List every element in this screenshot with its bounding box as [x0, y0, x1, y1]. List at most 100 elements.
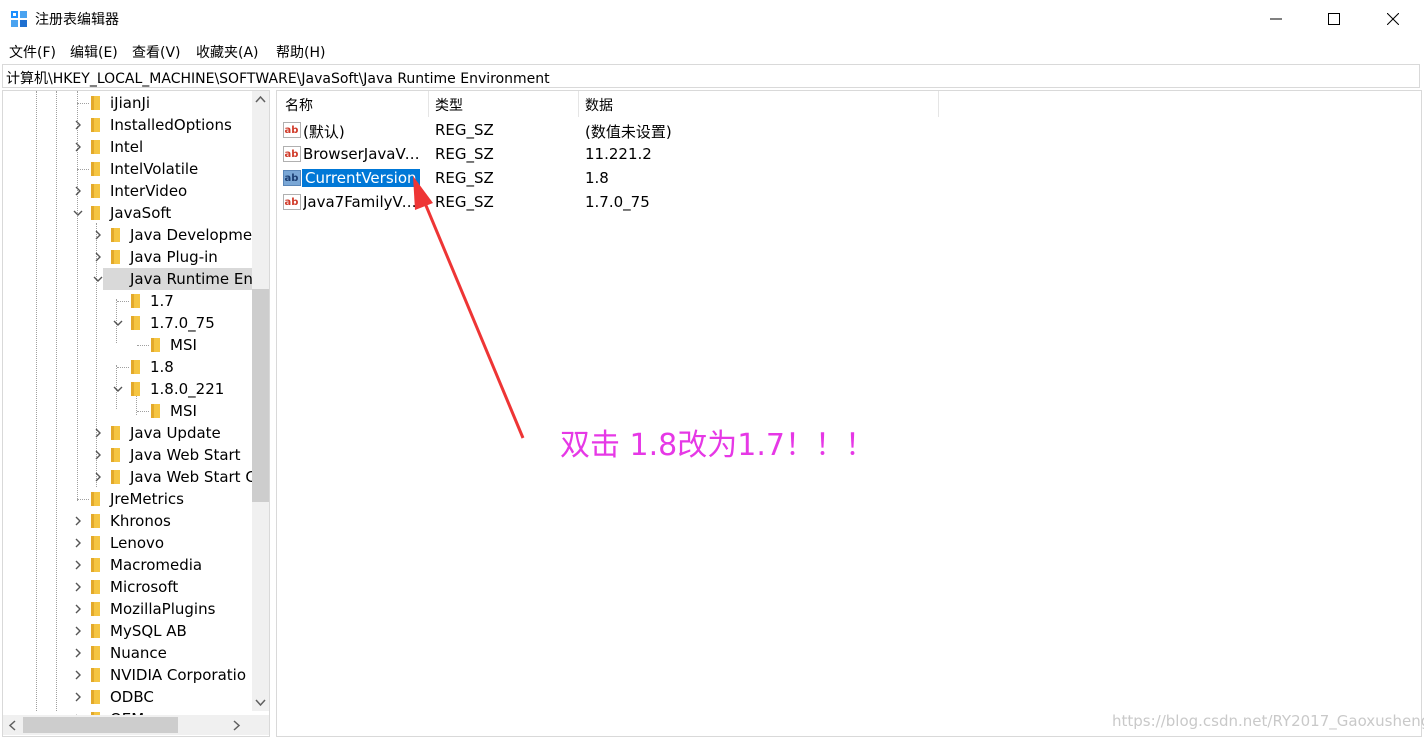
regedit-app-icon: [11, 11, 27, 27]
tree-item[interactable]: ODBC: [103, 686, 252, 708]
tree-guide-line: [117, 301, 129, 302]
tree-item[interactable]: Khronos: [103, 510, 252, 532]
tree-item[interactable]: Macromedia: [103, 554, 252, 576]
tree-item[interactable]: 1.7.0_75: [143, 312, 252, 334]
maximize-button[interactable]: [1305, 0, 1363, 38]
tree-item-label: Java Developme: [130, 226, 253, 244]
chevron-down-icon[interactable]: [72, 207, 84, 219]
value-row[interactable]: ab BrowserJavaVe... REG_SZ 11.221.2: [277, 142, 1177, 166]
tree-item[interactable]: Nuance: [103, 642, 252, 664]
tree-item-label: 1.7: [150, 292, 174, 310]
tree-guide-line: [117, 367, 129, 368]
scroll-right-icon[interactable]: [233, 720, 241, 731]
tree-item[interactable]: NVIDIA Corporatio: [103, 664, 252, 686]
tree-item-label: iJianJi: [110, 94, 151, 112]
value-type: REG_SZ: [435, 169, 494, 187]
chevron-right-icon[interactable]: [72, 185, 84, 197]
tree-item-label: MSI: [170, 336, 197, 354]
value-type: REG_SZ: [435, 145, 494, 163]
menu-favorites[interactable]: 收藏夹(A): [196, 42, 259, 62]
tree-item[interactable]: Intel: [103, 136, 252, 158]
tree-item-label: ODBC: [110, 688, 154, 706]
chevron-down-icon[interactable]: [112, 383, 124, 395]
menu-bar: 文件(F) 编辑(E) 查看(V) 收藏夹(A) 帮助(H): [0, 40, 1424, 62]
chevron-right-icon[interactable]: [72, 603, 84, 615]
menu-file[interactable]: 文件(F): [9, 42, 56, 62]
chevron-right-icon[interactable]: [72, 119, 84, 131]
chevron-right-icon[interactable]: [72, 537, 84, 549]
tree-item[interactable]: Microsoft: [103, 576, 252, 598]
folder-icon: [91, 96, 100, 110]
scroll-left-icon[interactable]: [8, 720, 16, 731]
value-row-selected[interactable]: ab CurrentVersion REG_SZ 1.8: [277, 166, 1177, 190]
key-tree-pane: iJianJi InstalledOptions Intel IntelVolatil…: [2, 90, 270, 737]
chevron-down-icon[interactable]: [112, 317, 124, 329]
chevron-right-icon[interactable]: [92, 427, 104, 439]
value-data: 1.7.0_75: [585, 193, 650, 211]
window-title: 注册表编辑器: [35, 12, 119, 28]
tree-item[interactable]: MSI: [163, 334, 252, 356]
column-divider[interactable]: [578, 91, 579, 117]
tree-vertical-scrollbar[interactable]: [252, 91, 269, 711]
column-divider[interactable]: [428, 91, 429, 117]
address-bar[interactable]: 计算机\HKEY_LOCAL_MACHINE\SOFTWARE\JavaSoft…: [2, 64, 1420, 88]
menu-help[interactable]: 帮助(H): [276, 42, 325, 62]
svg-text:ab: ab: [285, 197, 299, 208]
chevron-right-icon[interactable]: [72, 625, 84, 637]
close-button[interactable]: [1364, 0, 1422, 38]
tree-item[interactable]: IntelVolatile: [103, 158, 252, 180]
column-header-name[interactable]: 名称: [285, 95, 313, 115]
folder-icon: [91, 492, 100, 506]
tree-item[interactable]: 1.8.0_221: [143, 378, 252, 400]
tree-item[interactable]: Java Developme: [123, 224, 252, 246]
value-row[interactable]: ab Java7FamilyVer... REG_SZ 1.7.0_75: [277, 190, 1177, 214]
tree-item-label: Khronos: [110, 512, 171, 530]
tree-item[interactable]: Java Plug-in: [123, 246, 252, 268]
tree-item[interactable]: InterVideo: [103, 180, 252, 202]
value-row[interactable]: ab (默认) REG_SZ (数值未设置): [277, 118, 1177, 142]
chevron-right-icon[interactable]: [92, 471, 104, 483]
tree-item-label: Java Update: [130, 424, 221, 442]
folder-icon: [91, 514, 100, 528]
tree-item[interactable]: 1.8: [143, 356, 252, 378]
chevron-right-icon[interactable]: [72, 669, 84, 681]
tree-item[interactable]: Java Web Start C: [123, 466, 256, 488]
chevron-right-icon[interactable]: [72, 581, 84, 593]
chevron-right-icon[interactable]: [72, 559, 84, 571]
column-divider[interactable]: [938, 91, 939, 117]
tree-item[interactable]: Lenovo: [103, 532, 252, 554]
tree-horizontal-scrollbar[interactable]: [3, 715, 252, 735]
scroll-down-icon[interactable]: [255, 699, 266, 707]
chevron-right-icon[interactable]: [92, 251, 104, 263]
tree-item[interactable]: MySQL AB: [103, 620, 252, 642]
tree-item[interactable]: MozillaPlugins: [103, 598, 252, 620]
menu-edit[interactable]: 编辑(E): [70, 42, 118, 62]
menu-view[interactable]: 查看(V): [132, 42, 181, 62]
tree-item[interactable]: InstalledOptions: [103, 114, 252, 136]
chevron-right-icon[interactable]: [72, 141, 84, 153]
scroll-up-icon[interactable]: [255, 95, 266, 103]
tree-item[interactable]: 1.7: [143, 290, 252, 312]
chevron-right-icon[interactable]: [92, 449, 104, 461]
tree-item[interactable]: JavaSoft: [103, 202, 252, 224]
folder-icon: [151, 404, 160, 418]
chevron-right-icon[interactable]: [72, 515, 84, 527]
folder-icon: [131, 294, 140, 308]
value-data: 11.221.2: [585, 145, 652, 163]
chevron-right-icon[interactable]: [72, 691, 84, 703]
tree-item-selected[interactable]: Java Runtime Env: [103, 268, 262, 290]
tree-hscroll-thumb[interactable]: [23, 717, 178, 733]
minimize-button[interactable]: [1247, 0, 1305, 38]
tree-item[interactable]: Java Update: [123, 422, 252, 444]
column-header-type[interactable]: 类型: [435, 95, 463, 115]
tree-item[interactable]: MSI: [163, 400, 252, 422]
folder-icon: [111, 426, 120, 440]
column-header-data[interactable]: 数据: [585, 95, 613, 115]
folder-icon: [91, 184, 100, 198]
tree-item[interactable]: Java Web Start: [123, 444, 252, 466]
tree-item[interactable]: JreMetrics: [103, 488, 252, 510]
chevron-right-icon[interactable]: [72, 647, 84, 659]
tree-item[interactable]: iJianJi: [103, 92, 252, 114]
chevron-right-icon[interactable]: [92, 229, 104, 241]
tree-scroll-thumb[interactable]: [252, 289, 269, 502]
